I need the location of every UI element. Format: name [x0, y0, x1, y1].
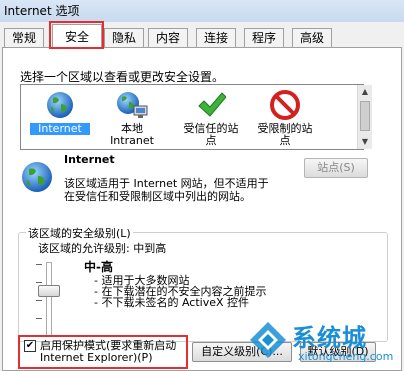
zone-restricted-sites[interactable]: 受限制的站 点 — [250, 90, 320, 147]
security-level-slider-track[interactable] — [46, 262, 52, 336]
scroll-down-icon[interactable]: ▼ — [358, 135, 372, 149]
sites-button[interactable]: 站点(S) — [304, 158, 368, 178]
slider-tick — [36, 264, 42, 265]
tab-advanced[interactable]: 高级 — [292, 28, 332, 47]
window-title: Internet 选项 — [4, 4, 80, 18]
slider-tick — [36, 300, 42, 301]
scroll-up-icon[interactable]: ▲ — [358, 85, 372, 99]
globe-icon — [47, 92, 73, 118]
tab-programs[interactable]: 程序 — [244, 28, 284, 47]
zone-internet-label: Internet — [30, 123, 90, 135]
security-level-group-title: 该区域的安全级别(L) — [26, 225, 133, 241]
tab-general[interactable]: 常规 — [4, 28, 44, 47]
no-entry-icon — [270, 90, 300, 120]
security-level-name: 中-高 — [84, 260, 113, 274]
zone-prompt: 选择一个区域以查看或更改安全设置。 — [20, 70, 225, 84]
title-bar: Internet 选项 — [0, 0, 404, 22]
tab-content[interactable]: 内容 — [148, 28, 188, 47]
level-bullet: - 不下载未签名的 ActiveX 控件 — [94, 296, 250, 309]
zone-internet[interactable]: Internet — [30, 90, 90, 135]
slider-tick — [36, 282, 42, 283]
zone-list-scrollbar[interactable]: ▲ ▼ — [357, 85, 372, 149]
zone-local-intranet-label-2: Intranet — [110, 134, 154, 147]
zone-desc-line-1: 该区域适用于 Internet 网站，但不适用于 — [64, 177, 269, 190]
zone-trusted-label-2: 点 — [205, 134, 217, 147]
scroll-thumb[interactable] — [360, 101, 370, 131]
security-level-description: - 适用于大多数网站 - 在下载潜在的不安全内容之前提示 - 不下载未签名的 A… — [94, 275, 266, 308]
protected-mode-highlight-box — [18, 335, 188, 369]
tab-connections[interactable]: 连接 — [196, 28, 236, 47]
checkmark-icon — [198, 92, 227, 117]
slider-tick — [36, 318, 42, 319]
zone-restricted-label-2: 点 — [279, 134, 291, 147]
selected-zone-description: 该区域适用于 Internet 网站，但不适用于 在受信任和受限制区域中列出的网… — [64, 177, 324, 203]
watermark-brand: 系统城 — [292, 324, 367, 352]
zone-desc-line-2: 在受信任和受限制区域中列出的网站。 — [64, 190, 251, 203]
selected-zone-title: Internet — [64, 153, 115, 166]
selected-zone-globe-icon — [22, 162, 52, 192]
security-level-slider-thumb[interactable] — [38, 285, 60, 297]
zone-local-intranet[interactable]: 本地 Intranet — [102, 90, 162, 147]
allowed-levels-text: 该区域的允许级别: 中到高 — [38, 242, 167, 255]
watermark-url: xitongcheng.com — [298, 350, 394, 363]
zone-trusted-sites[interactable]: 受信任的站 点 — [176, 90, 246, 147]
tab-privacy[interactable]: 隐私 — [104, 28, 144, 47]
watermark-logo-icon — [250, 322, 286, 358]
network-globe-icon — [117, 92, 148, 118]
tab-highlight-box — [49, 21, 104, 49]
